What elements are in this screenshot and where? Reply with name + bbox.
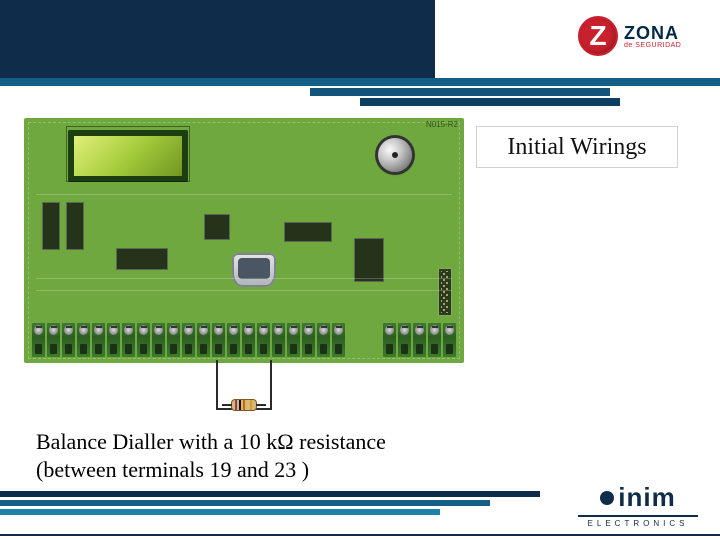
pcb-trace [36, 194, 452, 195]
terminal [122, 323, 135, 357]
footer-stripe-2 [0, 500, 490, 506]
footer-stripe-3 [0, 509, 440, 515]
logo-zona-z-icon: Z [578, 16, 618, 56]
terminal [62, 323, 75, 357]
footer-rule [0, 534, 720, 536]
pcb-trace [36, 290, 452, 291]
board-label: N015-R2 [426, 120, 458, 129]
terminal [332, 323, 345, 357]
terminal [272, 323, 285, 357]
terminal [152, 323, 165, 357]
terminal [302, 323, 315, 357]
inim-subtitle: ELECTRONICS [578, 515, 698, 528]
pcb-trace [36, 278, 452, 279]
header-bar [0, 0, 435, 78]
terminal [32, 323, 45, 357]
terminal [227, 323, 240, 357]
dsub-connector-icon [232, 253, 276, 287]
resistor-jumper-icon [216, 360, 272, 416]
terminal [287, 323, 300, 357]
header-stripe-1 [0, 78, 720, 86]
terminal [443, 323, 456, 357]
header-stripe-3 [360, 98, 620, 106]
chip-icon [354, 238, 384, 282]
terminal [242, 323, 255, 357]
chip-icon [66, 202, 84, 250]
terminal [428, 323, 441, 357]
terminal [197, 323, 210, 357]
terminal [92, 323, 105, 357]
terminal [167, 323, 180, 357]
terminal-strip-left [32, 323, 345, 357]
chip-icon [284, 222, 332, 242]
resistor-icon [232, 400, 256, 410]
pcb-board: N015-R2 [24, 118, 464, 363]
chip-icon [42, 202, 60, 250]
terminal-strip-right [383, 323, 456, 357]
terminal [107, 323, 120, 357]
caption-text: Balance Dialler with a 10 kΩ resistance … [36, 428, 416, 483]
title-box: Initial Wirings [476, 126, 678, 168]
logo-zona-text: ZONA de SEGURIDAD [624, 24, 681, 49]
chip-icon [116, 248, 168, 270]
footer-stripes [0, 491, 540, 518]
caption-line-2: (between terminals 19 and 23 ) [36, 456, 416, 484]
logo-zona-word: ZONA [624, 24, 681, 42]
terminal [383, 323, 396, 357]
logo-inim: inim ELECTRONICS [578, 482, 698, 528]
terminal [257, 323, 270, 357]
terminal [317, 323, 330, 357]
buzzer-icon [378, 138, 412, 172]
terminal [77, 323, 90, 357]
footer-stripe-1 [0, 491, 540, 497]
terminal [413, 323, 426, 357]
inim-word: inim [618, 482, 675, 513]
caption-line-1: Balance Dialler with a 10 kΩ resistance [36, 428, 416, 456]
inim-dot-icon [600, 491, 614, 505]
logo-zona: Z ZONA de SEGURIDAD [578, 6, 698, 66]
title-text: Initial Wirings [507, 134, 646, 161]
lcd-display-icon [68, 130, 188, 182]
terminal [212, 323, 225, 357]
terminal [182, 323, 195, 357]
terminal [47, 323, 60, 357]
pin-header-icon [438, 268, 452, 316]
terminal [398, 323, 411, 357]
jumper-leg [270, 360, 272, 410]
header-stripe-2 [310, 88, 610, 96]
chip-icon [204, 214, 230, 240]
terminal [137, 323, 150, 357]
jumper-leg [216, 360, 218, 410]
logo-zona-subtitle: de SEGURIDAD [624, 42, 681, 49]
